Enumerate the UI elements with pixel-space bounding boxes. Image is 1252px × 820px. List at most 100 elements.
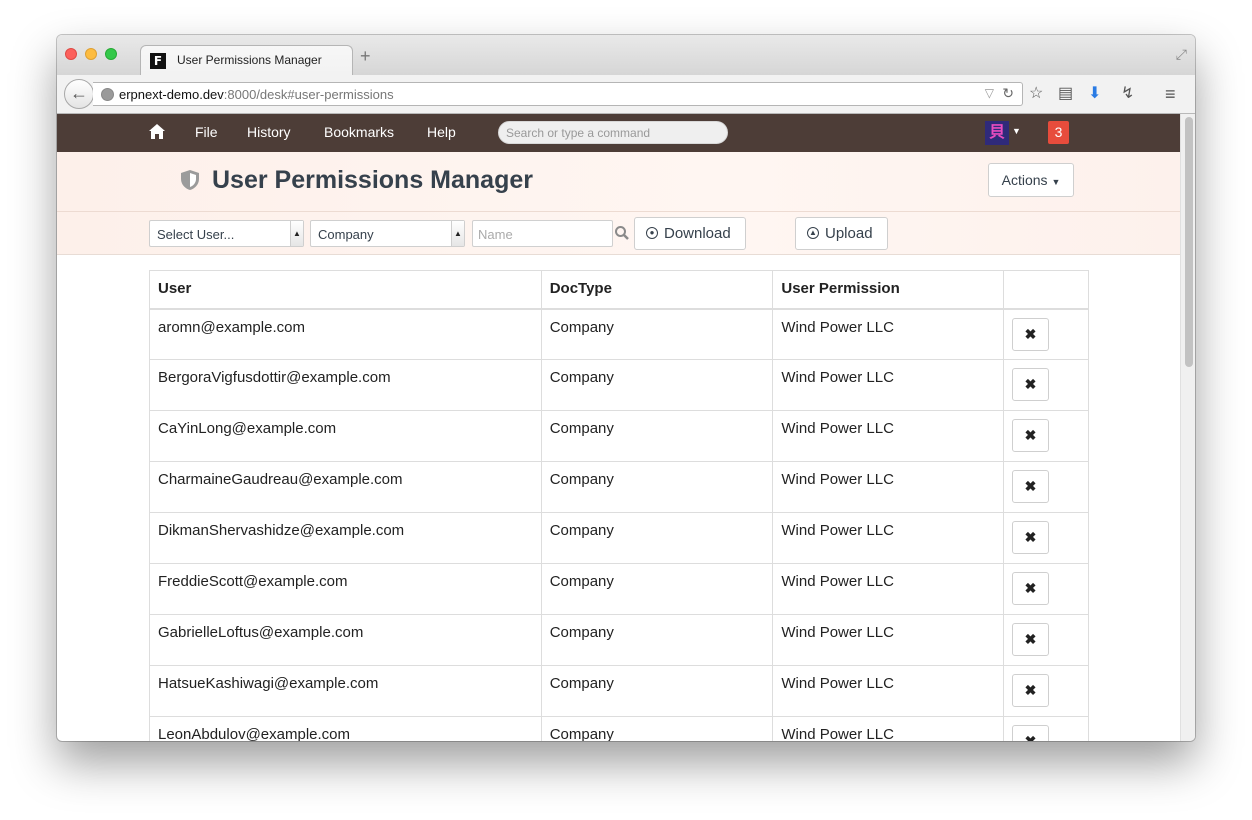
close-icon: ✖	[1024, 631, 1037, 647]
cell-permission: Wind Power LLC	[772, 512, 1005, 564]
nav-bookmarks[interactable]: Bookmarks	[324, 124, 394, 140]
close-icon: ✖	[1024, 682, 1037, 698]
new-tab-button[interactable]: +	[360, 47, 371, 65]
cell-doctype: Company	[540, 461, 774, 513]
remove-permission-button[interactable]: ✖	[1012, 521, 1050, 554]
upload-circle-icon: ▲	[807, 226, 819, 239]
cell-doctype: Company	[540, 308, 774, 360]
remove-permission-button[interactable]: ✖	[1012, 368, 1050, 401]
cell-permission: Wind Power LLC	[772, 665, 1005, 717]
table-row: HatsueKashiwagi@example.com Company Wind P…	[149, 665, 1089, 717]
cell-actions: ✖	[1003, 716, 1089, 741]
back-button[interactable]: ←	[64, 79, 94, 109]
browser-tab-bar: F User Permissions Manager + ⤢	[57, 35, 1195, 75]
name-filter-input[interactable]: Name	[472, 220, 613, 247]
nav-history[interactable]: History	[247, 124, 291, 140]
header-actions	[1003, 270, 1089, 310]
cell-user: aromn@example.com	[149, 308, 542, 360]
url-dropdown-icon[interactable]: ▽	[985, 86, 994, 100]
cell-permission: Wind Power LLC	[772, 359, 1005, 411]
header-user-permission: User Permission	[772, 270, 1005, 310]
cell-permission: Wind Power LLC	[772, 716, 1005, 741]
remove-permission-button[interactable]: ✖	[1012, 725, 1050, 741]
cell-doctype: Company	[540, 614, 774, 666]
cell-actions: ✖	[1003, 359, 1089, 411]
page-title: User Permissions Manager	[212, 166, 533, 194]
page-scrollbar[interactable]	[1180, 114, 1195, 741]
cell-permission: Wind Power LLC	[772, 410, 1005, 462]
nav-help[interactable]: Help	[427, 124, 456, 140]
cell-doctype: Company	[540, 359, 774, 411]
doctype-select-value: Company	[318, 227, 374, 242]
page-head: User Permissions Manager Actions ▼	[57, 152, 1180, 212]
close-icon: ✖	[1024, 427, 1037, 443]
cell-doctype: Company	[540, 563, 774, 615]
header-user: User	[149, 270, 542, 310]
cell-user: CharmaineGaudreau@example.com	[149, 461, 542, 513]
remove-permission-button[interactable]: ✖	[1012, 623, 1050, 656]
bookmark-star-icon[interactable]: ☆	[1029, 84, 1043, 104]
window-close-button[interactable]	[65, 48, 77, 60]
share-icon[interactable]: ↯	[1121, 84, 1134, 104]
table-header-row: User DocType User Permission	[149, 270, 1089, 310]
download-arrow-icon[interactable]: ⬇	[1088, 84, 1101, 104]
app-navbar: File History Bookmarks Help Search or ty…	[57, 114, 1180, 152]
cell-permission: Wind Power LLC	[772, 614, 1005, 666]
remove-permission-button[interactable]: ✖	[1012, 470, 1050, 503]
cell-permission: Wind Power LLC	[772, 563, 1005, 615]
cell-doctype: Company	[540, 512, 774, 564]
search-icon[interactable]	[614, 225, 630, 241]
download-button[interactable]: ● Download	[634, 217, 746, 250]
user-avatar[interactable]: 貝	[985, 121, 1009, 145]
home-icon[interactable]	[148, 123, 166, 141]
address-bar[interactable]: erpnext-demo.dev:8000/desk#user-permissi…	[93, 82, 1023, 106]
upload-button[interactable]: ▲ Upload	[795, 217, 888, 250]
browser-toolbar: ← erpnext-demo.dev:8000/desk#user-permis…	[57, 75, 1195, 114]
permissions-table-wrapper: User DocType User Permission aromn@examp…	[149, 270, 1089, 741]
menu-icon[interactable]: ≡	[1165, 84, 1176, 104]
table-row: CharmaineGaudreau@example.com Company Wind…	[149, 461, 1089, 513]
reload-icon[interactable]: ↻	[1002, 85, 1014, 102]
window-maximize-button[interactable]	[105, 48, 117, 60]
awesome-bar-search-input[interactable]: Search or type a command	[498, 121, 728, 144]
filter-bar: Select User... ▲ Company ▲ Name ● Downloa…	[57, 212, 1180, 255]
table-row: LeonAbdulov@example.com Company Wind Power…	[149, 716, 1089, 741]
user-menu-caret-icon[interactable]: ▼	[1012, 126, 1021, 136]
caret-down-icon: ▼	[1051, 177, 1061, 187]
reading-list-icon[interactable]: ▤	[1058, 84, 1073, 104]
favicon-icon: F	[150, 53, 166, 69]
scrollbar-thumb[interactable]	[1185, 117, 1193, 367]
cell-user: LeonAbdulov@example.com	[149, 716, 542, 741]
table-row: DikmanShervashidze@example.com Company Win…	[149, 512, 1089, 564]
close-icon: ✖	[1024, 376, 1037, 392]
remove-permission-button[interactable]: ✖	[1012, 572, 1050, 605]
user-select[interactable]: Select User... ▲	[149, 220, 304, 247]
browser-tab[interactable]: F User Permissions Manager	[140, 45, 353, 75]
cell-user: CaYinLong@example.com	[149, 410, 542, 462]
close-icon: ✖	[1024, 733, 1037, 741]
url-domain: erpnext-demo.dev	[119, 87, 224, 102]
user-select-value: Select User...	[157, 227, 235, 242]
remove-permission-button[interactable]: ✖	[1012, 317, 1050, 351]
cell-actions: ✖	[1003, 614, 1089, 666]
doctype-select[interactable]: Company ▲	[310, 220, 465, 247]
cell-user: BergoraVigfusdottir@example.com	[149, 359, 542, 411]
url-path: :8000/desk#user-permissions	[223, 87, 394, 102]
fullscreen-icon[interactable]: ⤢	[1176, 46, 1187, 63]
cell-actions: ✖	[1003, 461, 1089, 513]
close-icon: ✖	[1024, 529, 1037, 545]
window-minimize-button[interactable]	[85, 48, 97, 60]
cell-user: GabrielleLoftus@example.com	[149, 614, 542, 666]
nav-file[interactable]: File	[195, 124, 218, 140]
actions-label: Actions	[1001, 172, 1048, 188]
table-row: GabrielleLoftus@example.com Company Wind P…	[149, 614, 1089, 666]
remove-permission-button[interactable]: ✖	[1012, 419, 1050, 452]
cell-actions: ✖	[1003, 308, 1089, 360]
cell-permission: Wind Power LLC	[772, 308, 1005, 360]
cell-doctype: Company	[540, 665, 774, 717]
actions-button[interactable]: Actions ▼	[988, 163, 1074, 197]
cell-user: FreddieScott@example.com	[149, 563, 542, 615]
remove-permission-button[interactable]: ✖	[1012, 674, 1050, 707]
notification-badge[interactable]: 3	[1048, 121, 1069, 144]
url-text: erpnext-demo.dev:8000/desk#user-permissi…	[119, 87, 394, 102]
